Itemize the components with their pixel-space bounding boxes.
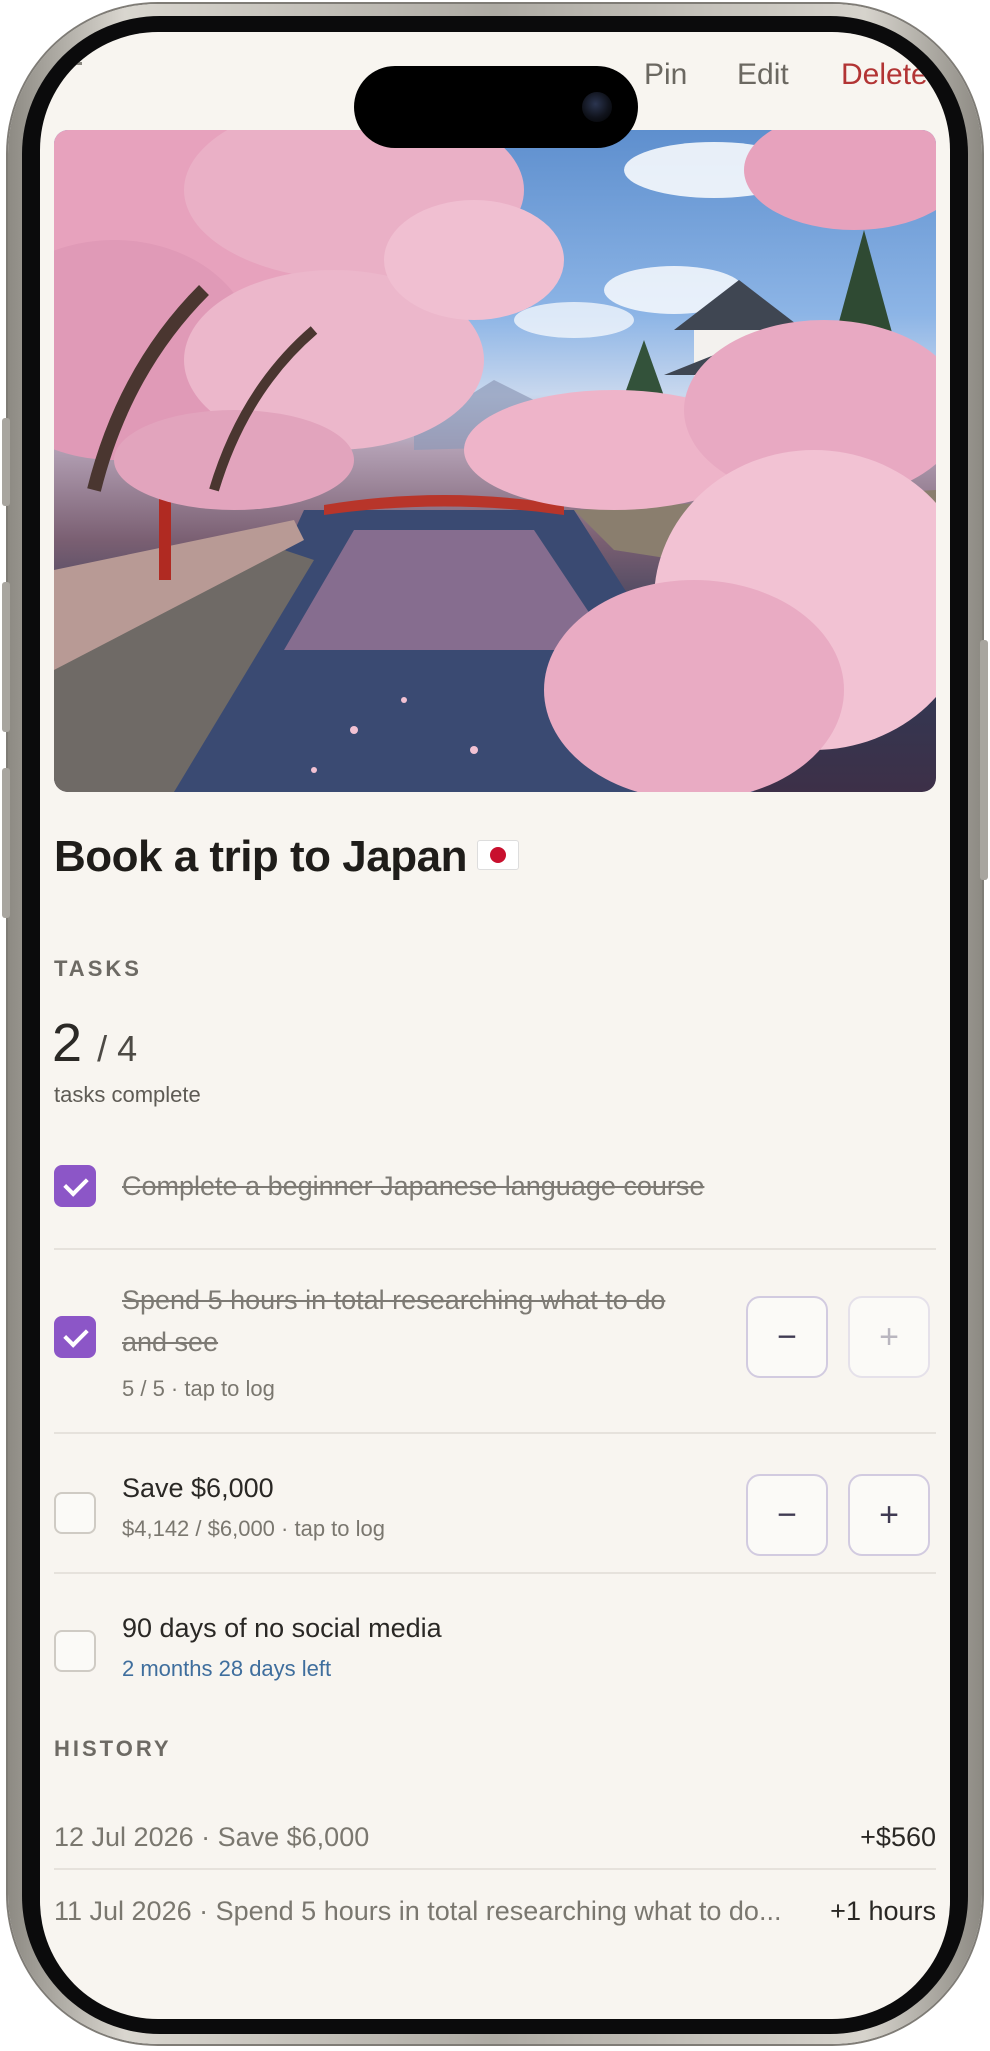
- task-checkbox[interactable]: [54, 1492, 96, 1534]
- history-item-text: 12 Jul 2026 · Save $6,000: [54, 1822, 370, 1852]
- volume-up-button: [2, 582, 10, 732]
- screen: Pin Edit Delete Book a trip to Japan TAS…: [40, 32, 950, 2019]
- minus-icon: −: [777, 1495, 797, 1534]
- task-row[interactable]: Spend 5 hours in total researching what …: [54, 1272, 936, 1422]
- divider: [54, 1868, 936, 1870]
- dynamic-island: [354, 66, 638, 148]
- increment-button[interactable]: +: [848, 1474, 930, 1556]
- japan-flag-icon: [476, 840, 519, 871]
- history-item[interactable]: 12 Jul 2026 · Save $6,000 +$560: [54, 1822, 936, 1868]
- task-title: Save $6,000: [122, 1473, 274, 1503]
- divider: [54, 1572, 936, 1574]
- tasks-section-label: TASKS: [54, 956, 142, 981]
- task-progress-text: $4,142 / $6,000 · tap to log: [122, 1516, 385, 1541]
- goal-title-text: Book a trip to Japan: [54, 832, 467, 881]
- history-item[interactable]: 11 Jul 2026 · Spend 5 hours in total res…: [54, 1896, 936, 1942]
- task-row[interactable]: Save $6,000 $4,142 / $6,000 · tap to log…: [54, 1456, 936, 1586]
- task-title-line-2: and see: [122, 1327, 219, 1357]
- back-icon[interactable]: [56, 62, 82, 65]
- divider: [54, 1432, 936, 1434]
- task-title-line-1: Spend 5 hours in total researching what …: [122, 1285, 666, 1315]
- completed-count: 2: [52, 1013, 83, 1073]
- camera-icon: [582, 92, 612, 122]
- history-item-text: 11 Jul 2026 · Spend 5 hours in total res…: [54, 1896, 782, 1926]
- history-item-amount: +$560: [860, 1822, 936, 1852]
- tasks-progress-count: 2 / 4: [52, 1012, 137, 1074]
- divider: [54, 1248, 936, 1250]
- goal-title: Book a trip to Japan: [54, 832, 519, 882]
- decrement-button[interactable]: −: [746, 1474, 828, 1556]
- edit-button[interactable]: Edit: [737, 58, 789, 92]
- task-title: Complete a beginner Japanese language co…: [122, 1171, 705, 1201]
- cherry-blossom-illustration: [54, 130, 936, 792]
- task-checkbox[interactable]: [54, 1316, 96, 1358]
- minus-icon: −: [777, 1317, 797, 1356]
- task-time-remaining: 2 months 28 days left: [122, 1656, 332, 1681]
- task-checkbox[interactable]: [54, 1165, 96, 1207]
- goal-cover-image: [54, 130, 936, 792]
- delete-button[interactable]: Delete: [841, 58, 928, 92]
- task-progress-text: 5 / 5 · tap to log: [122, 1376, 275, 1401]
- task-title: 90 days of no social media: [122, 1613, 442, 1643]
- pin-button[interactable]: Pin: [644, 58, 687, 92]
- tasks-complete-caption: tasks complete: [54, 1082, 201, 1107]
- history-item-amount: +1 hours: [830, 1896, 936, 1926]
- action-button: [2, 418, 10, 506]
- plus-icon: +: [879, 1317, 899, 1356]
- increment-button[interactable]: +: [848, 1296, 930, 1378]
- volume-down-button: [2, 768, 10, 918]
- task-row[interactable]: 90 days of no social media 2 months 28 d…: [54, 1596, 936, 1706]
- total-count: / 4: [97, 1028, 138, 1069]
- decrement-button[interactable]: −: [746, 1296, 828, 1378]
- power-button: [980, 640, 988, 880]
- task-row[interactable]: Complete a beginner Japanese language co…: [54, 1164, 936, 1244]
- task-checkbox[interactable]: [54, 1630, 96, 1672]
- plus-icon: +: [879, 1495, 899, 1534]
- history-section-label: HISTORY: [54, 1736, 172, 1761]
